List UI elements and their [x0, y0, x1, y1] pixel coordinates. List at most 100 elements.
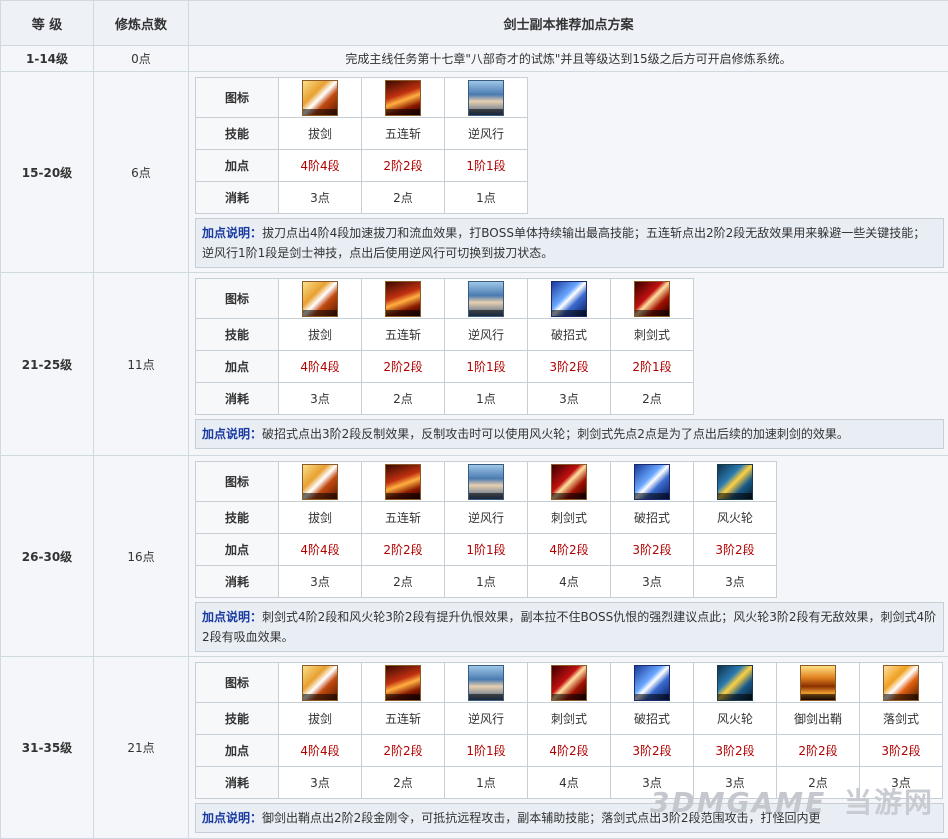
skill-add-text: 4阶2段: [549, 744, 588, 758]
plan-cell: 图标技能拔剑五连斩逆风行破招式刺剑式加点4阶4段2阶2段1阶1段3阶2段2阶1段…: [189, 273, 948, 456]
note-box: 加点说明：拔刀点出4阶4段加速拔刀和流血效果，打BOSS单体持续输出最高技能；五…: [195, 218, 944, 268]
guard-icon: [800, 665, 836, 701]
note-text: 破招式点出3阶2段反制效果，反制攻击时可以使用风火轮；刺剑式先点2点是为了点出后…: [262, 427, 849, 441]
skill-name: 拔剑: [279, 703, 362, 735]
pierce-icon: [551, 665, 587, 701]
skill-cost: 2点: [362, 767, 445, 799]
skill-name-text: 五连斩: [385, 511, 421, 525]
skill-name: 逆风行: [445, 118, 528, 150]
row-header: 图标: [196, 279, 279, 319]
skill-add-text: 3阶2段: [881, 744, 920, 758]
skill-name-text: 破招式: [551, 328, 587, 342]
points-cell: 11点: [94, 273, 189, 456]
skill-name: 五连斩: [362, 118, 445, 150]
skill-add-text: 2阶2段: [383, 159, 422, 173]
skill-add-text: 3阶2段: [632, 744, 671, 758]
skill-add-text: 4阶4段: [300, 744, 339, 758]
watermark-text: 当游网: [844, 786, 934, 819]
note-box: 加点说明：破招式点出3阶2段反制效果，反制攻击时可以使用风火轮；刺剑式先点2点是…: [195, 419, 944, 449]
skill-name-text: 逆风行: [468, 127, 504, 141]
skill-add: 4阶4段: [279, 351, 362, 383]
icon-row: 图标: [196, 279, 694, 319]
skill-add-text: 3阶2段: [549, 360, 588, 374]
skill-add: 3阶2段: [611, 735, 694, 767]
skill-icon-cell: [362, 78, 445, 118]
skill-cost-text: 1点: [476, 191, 496, 205]
skill-cost: 3点: [694, 566, 777, 598]
skill-cost: 3点: [279, 383, 362, 415]
skill-icon-cell: [362, 279, 445, 319]
skill-cost-text: 3点: [310, 191, 330, 205]
skill-icon-cell: [362, 663, 445, 703]
skill-name-text: 拔剑: [308, 127, 332, 141]
level-cell: 31-35级: [1, 657, 94, 839]
skill-add: 1阶1段: [445, 534, 528, 566]
skill-name-text: 御剑出鞘: [794, 712, 842, 726]
wheel-icon: [717, 464, 753, 500]
skill-name: 拔剑: [279, 118, 362, 150]
cost-row: 消耗3点2点1点4点3点3点: [196, 566, 777, 598]
skill-icon-cell: [694, 462, 777, 502]
skill-cost-text: 4点: [559, 776, 579, 790]
skill-add-text: 2阶2段: [383, 360, 422, 374]
icon-row: 图标: [196, 462, 777, 502]
skill-add-text: 4阶4段: [300, 360, 339, 374]
skill-name: 风火轮: [694, 502, 777, 534]
sword-icon: [302, 281, 338, 317]
skill-row: 技能拔剑五连斩逆风行刺剑式破招式风火轮御剑出鞘落剑式: [196, 703, 943, 735]
row-header: 加点: [196, 150, 279, 182]
row-header: 技能: [196, 703, 279, 735]
skill-name: 破招式: [611, 703, 694, 735]
break-icon: [634, 464, 670, 500]
skill-name-text: 刺剑式: [551, 712, 587, 726]
skill-cost-text: 3点: [642, 575, 662, 589]
skill-name-text: 刺剑式: [634, 328, 670, 342]
skill-add: 3阶2段: [528, 351, 611, 383]
skill-icon-cell: [445, 279, 528, 319]
skill-icon-cell: [860, 663, 943, 703]
wind-icon: [468, 80, 504, 116]
skill-add: 1阶1段: [445, 150, 528, 182]
row-header: 技能: [196, 118, 279, 150]
skill-add: 4阶4段: [279, 735, 362, 767]
row-header: 技能: [196, 319, 279, 351]
unlock-notice: 完成主线任务第十七章"八部奇才的试炼"并且等级达到15级之后方可开启修炼系统。: [189, 46, 948, 72]
skill-name: 破招式: [528, 319, 611, 351]
add-row: 加点4阶4段2阶2段1阶1段3阶2段2阶1段: [196, 351, 694, 383]
skill-name: 刺剑式: [611, 319, 694, 351]
skill-add: 2阶2段: [777, 735, 860, 767]
skill-name-text: 拔剑: [308, 328, 332, 342]
skill-name-text: 拔剑: [308, 712, 332, 726]
skill-name-text: 破招式: [634, 712, 670, 726]
skill-add: 3阶2段: [694, 735, 777, 767]
add-row: 加点4阶4段2阶2段1阶1段: [196, 150, 528, 182]
skill-cost-text: 3点: [310, 776, 330, 790]
skill-add: 3阶2段: [860, 735, 943, 767]
row-header: 加点: [196, 534, 279, 566]
skill-table: 图标技能拔剑五连斩逆风行刺剑式破招式风火轮加点4阶4段2阶2段1阶1段4阶2段3…: [195, 461, 777, 598]
header-plan: 剑士副本推荐加点方案: [189, 1, 948, 46]
skill-name: 拔剑: [279, 319, 362, 351]
skill-cost: 3点: [279, 182, 362, 214]
plan-cell: 图标技能拔剑五连斩逆风行刺剑式破招式风火轮加点4阶4段2阶2段1阶1段4阶2段3…: [189, 456, 948, 657]
wheel-icon: [717, 665, 753, 701]
skill-icon-cell: [694, 663, 777, 703]
skill-icon-cell: [445, 663, 528, 703]
skill-name-text: 逆风行: [468, 712, 504, 726]
skill-name-text: 风火轮: [717, 712, 753, 726]
row-header: 图标: [196, 663, 279, 703]
skill-cost: 3点: [279, 566, 362, 598]
note-label: 加点说明：: [202, 427, 262, 441]
level-cell: 26-30级: [1, 456, 94, 657]
skill-cost: 2点: [362, 566, 445, 598]
combo-icon: [385, 665, 421, 701]
skill-icon-cell: [445, 78, 528, 118]
skill-add: 4阶2段: [528, 534, 611, 566]
row-header: 消耗: [196, 767, 279, 799]
skill-name-text: 刺剑式: [551, 511, 587, 525]
skill-cost-text: 3点: [310, 575, 330, 589]
skill-table: 图标技能拔剑五连斩逆风行加点4阶4段2阶2段1阶1段消耗3点2点1点: [195, 77, 528, 214]
skill-cost-text: 1点: [476, 776, 496, 790]
level-cell: 15-20级: [1, 72, 94, 273]
skill-cost: 1点: [445, 182, 528, 214]
